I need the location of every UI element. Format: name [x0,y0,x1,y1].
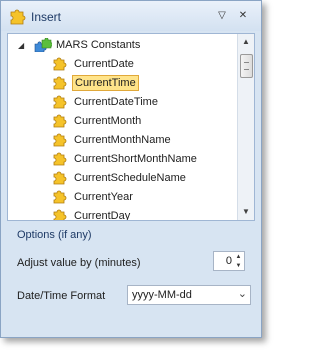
datetime-format-label: Date/Time Format [17,290,106,302]
tree-item-currentyear[interactable]: CurrentYear [52,188,238,206]
constants-tree[interactable]: ◢ MARS Constants CurrentDate CurrentTime… [7,33,255,221]
adjust-minutes-value[interactable]: 0 [226,255,232,267]
tree-item-label: CurrentMonth [74,115,142,127]
tree-item-currentshortmonthname[interactable]: CurrentShortMonthName [52,150,238,168]
insert-panel: Insert ▽ ✕ ◢ MARS Constants CurrentDate … [0,0,262,338]
spin-down-icon[interactable]: ▼ [234,262,243,270]
adjust-value-label: Adjust value by (minutes) [17,257,141,269]
adjust-minutes-stepper[interactable]: 0 ▲ ▼ [213,251,245,271]
scroll-thumb[interactable] [240,54,253,78]
spin-up-icon[interactable]: ▲ [234,253,243,261]
datetime-format-select[interactable]: yyyy-MM-dd ⌄ [127,285,251,305]
window-title: Insert [31,10,62,24]
tree-root-label: MARS Constants [56,39,141,51]
constants-group-icon [34,38,52,52]
close-button[interactable]: ✕ [237,10,249,22]
tree-item-label: CurrentDateTime [74,96,158,108]
puzzle-icon [53,171,67,185]
tree-item-currentmonthname[interactable]: CurrentMonthName [52,131,238,149]
scroll-down-icon[interactable]: ▼ [238,204,254,220]
tree-item-currenttime[interactable]: CurrentTime [52,74,238,92]
tree-scrollbar[interactable]: ▲ ▼ [237,34,254,220]
puzzle-icon [53,76,67,90]
title-bar: Insert ▽ ✕ [1,1,261,31]
tree-item-currentmonth[interactable]: CurrentMonth [52,112,238,130]
datetime-format-value: yyyy-MM-dd [132,289,192,301]
options-section-title: Options (if any) [17,229,92,241]
puzzle-icon [53,190,67,204]
tree-item-label: CurrentDate [74,58,134,70]
puzzle-icon [53,152,67,166]
puzzle-icon [53,114,67,128]
tree-item-label: CurrentScheduleName [74,172,186,184]
tree-item-label: CurrentMonthName [74,134,171,146]
collapse-icon[interactable]: ◢ [18,41,27,50]
tree-item-label: CurrentDay [74,210,131,220]
puzzle-icon [53,57,67,71]
tree-item-currentdate[interactable]: CurrentDate [52,55,238,73]
puzzle-icon [53,95,67,109]
tree-item-label: CurrentTime [72,75,139,91]
puzzle-icon [53,209,67,220]
tree-item-currentday[interactable]: CurrentDay [52,207,238,220]
puzzle-icon [53,133,67,147]
pin-button[interactable]: ▽ [216,10,228,22]
puzzle-icon [10,9,26,25]
scroll-up-icon[interactable]: ▲ [238,34,254,50]
chevron-down-icon[interactable]: ⌄ [238,287,247,300]
tree-item-label: CurrentShortMonthName [74,153,197,165]
tree-item-label: CurrentYear [74,191,133,203]
tree-item-currentdatetime[interactable]: CurrentDateTime [52,93,238,111]
tree-item-currentschedulename[interactable]: CurrentScheduleName [52,169,238,187]
